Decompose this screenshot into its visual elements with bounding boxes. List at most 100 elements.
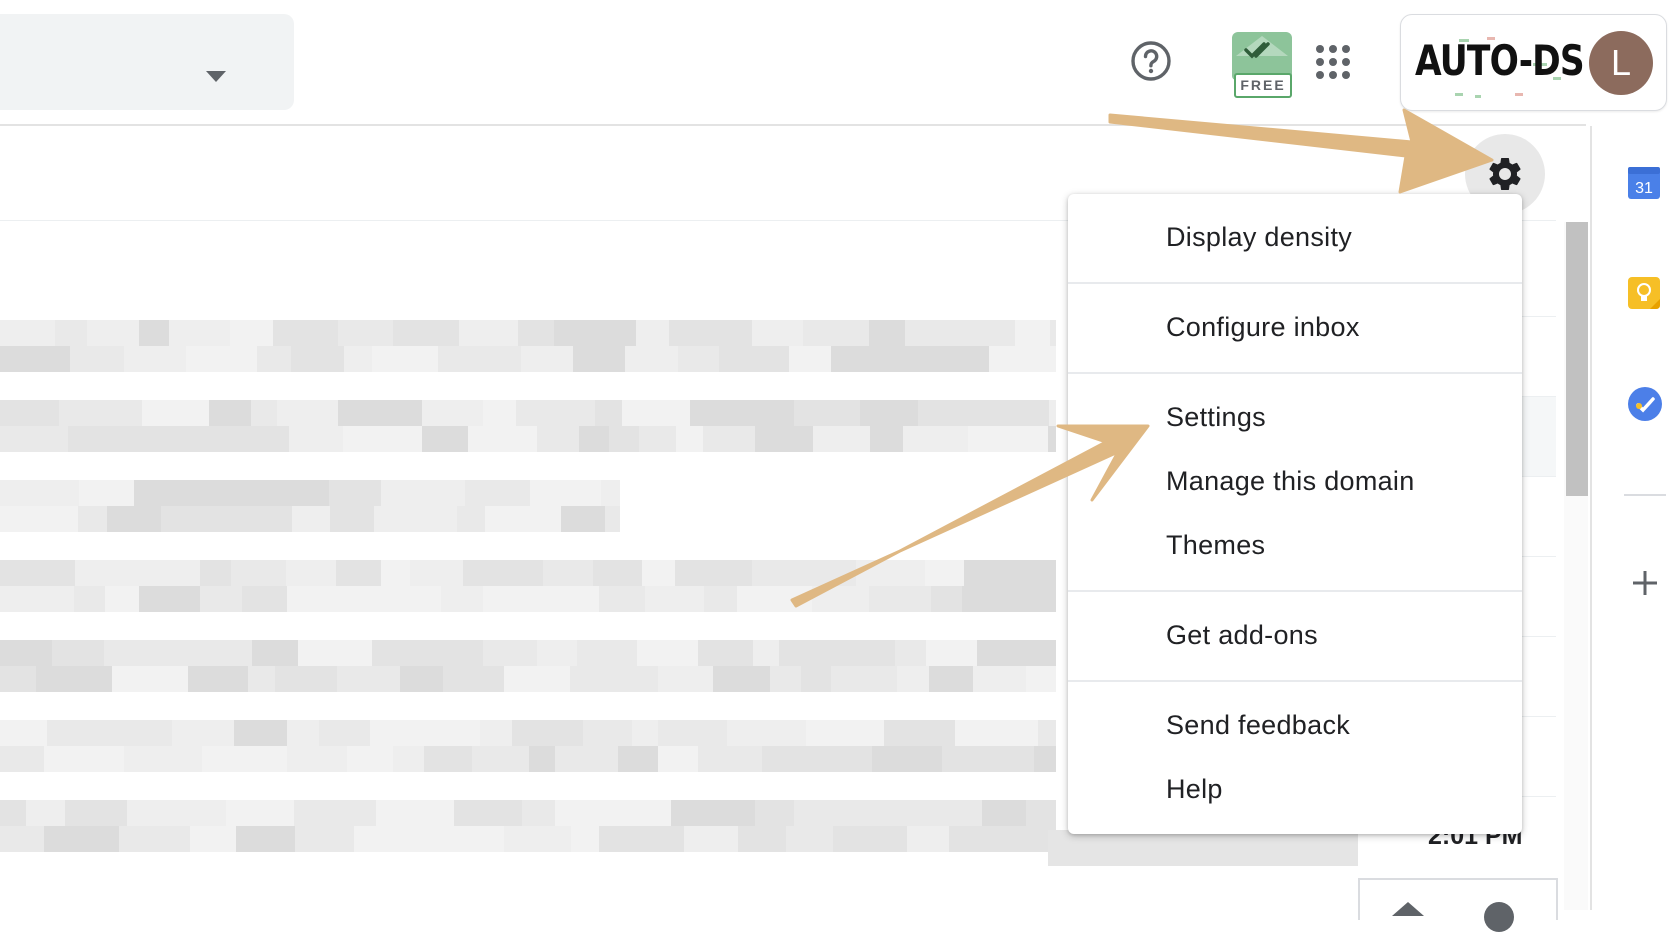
blur-block [454, 800, 522, 826]
blur-block [605, 506, 620, 532]
blur-block [737, 586, 812, 612]
archive-icon[interactable] [1392, 902, 1424, 916]
blurred-message-row[interactable] [0, 640, 1056, 696]
plus-icon[interactable] [1630, 568, 1660, 598]
blur-block [354, 826, 428, 852]
menu-item-configure-inbox[interactable]: Configure inbox [1166, 312, 1360, 343]
settings-menu: Display density Configure inbox Settings… [1068, 194, 1522, 834]
avatar[interactable]: L [1589, 31, 1653, 95]
blur-block [577, 640, 637, 666]
blur-block [752, 560, 810, 586]
blur-block [287, 746, 347, 772]
blur-block [873, 826, 907, 852]
blur-block [755, 800, 794, 826]
blur-block [337, 666, 400, 692]
blur-block [789, 346, 831, 372]
tasks-check-icon[interactable] [1627, 386, 1663, 422]
blur-block [571, 826, 599, 852]
blur-block [119, 826, 190, 852]
blur-block [629, 666, 658, 692]
blur-block [579, 426, 609, 452]
blurred-message-row[interactable] [0, 400, 1056, 456]
blur-block [230, 320, 273, 346]
search-bar[interactable] [0, 14, 294, 110]
blur-block [329, 480, 381, 506]
blur-block [168, 800, 199, 826]
blur-block [141, 426, 176, 452]
blur-block [369, 426, 422, 452]
blur-block [52, 640, 104, 666]
menu-divider [1068, 680, 1522, 682]
scrollbar-thumb[interactable] [1566, 222, 1588, 496]
blur-block [555, 746, 618, 772]
blur-block [895, 640, 926, 666]
blur-block [483, 640, 537, 666]
blur-block [762, 746, 838, 772]
blur-block [483, 586, 516, 612]
blurred-message-row[interactable] [0, 720, 1056, 776]
blur-block [142, 400, 209, 426]
blur-block [298, 640, 372, 666]
blur-block [813, 426, 870, 452]
blur-block [925, 560, 964, 586]
blurred-message-row[interactable] [0, 560, 1056, 616]
blur-block [599, 826, 684, 852]
blur-block [884, 720, 955, 746]
blur-block [338, 400, 369, 426]
apps-grid-icon[interactable] [1315, 44, 1351, 80]
calendar-icon[interactable]: 31 [1627, 164, 1661, 200]
keep-lightbulb-icon[interactable] [1627, 276, 1661, 310]
blur-block [994, 400, 1049, 426]
blur-block [226, 800, 294, 826]
blur-block [112, 666, 188, 692]
menu-item-display-density[interactable]: Display density [1166, 222, 1352, 253]
blur-block [124, 746, 202, 772]
blur-block [78, 506, 107, 532]
more-icon[interactable] [1484, 902, 1514, 932]
blur-block [0, 640, 52, 666]
account-switcher[interactable]: AUTO-DS L [1400, 14, 1667, 111]
blur-block [336, 560, 381, 586]
menu-item-get-addons[interactable]: Get add-ons [1166, 620, 1318, 651]
blur-block [257, 346, 291, 372]
blur-block [183, 640, 223, 666]
blur-block [480, 720, 512, 746]
blur-block [658, 746, 698, 772]
blur-block [831, 346, 908, 372]
blur-block [698, 746, 762, 772]
blur-block [658, 666, 713, 692]
blurred-message-row[interactable] [0, 320, 1056, 376]
blur-block [755, 400, 794, 426]
blur-block [933, 800, 982, 826]
blur-block [642, 560, 675, 586]
blur-block [370, 720, 442, 746]
blur-block [223, 640, 252, 666]
blur-block [70, 346, 124, 372]
blurred-message-row[interactable] [0, 800, 1056, 856]
menu-divider [1068, 282, 1522, 284]
blur-block [343, 426, 369, 452]
help-circle-icon[interactable] [1130, 40, 1172, 82]
blur-block [0, 400, 59, 426]
blur-block [277, 400, 338, 426]
caret-down-icon[interactable] [206, 71, 226, 82]
menu-item-help[interactable]: Help [1166, 774, 1223, 805]
blur-block [957, 320, 1015, 346]
blur-block [636, 320, 669, 346]
mailtrack-addon-button[interactable]: FREE [1228, 28, 1296, 98]
blurred-message-row[interactable] [0, 480, 1056, 536]
blur-block [127, 800, 168, 826]
blur-block [465, 480, 530, 506]
blur-block [989, 346, 1056, 372]
menu-item-themes[interactable]: Themes [1166, 530, 1265, 561]
blur-block [376, 800, 454, 826]
menu-item-send-feedback[interactable]: Send feedback [1166, 710, 1350, 741]
blur-block [65, 800, 127, 826]
blur-block [504, 826, 571, 852]
menu-item-manage-domain[interactable]: Manage this domain [1166, 466, 1415, 497]
blur-block [44, 746, 124, 772]
blur-block [690, 400, 755, 426]
blur-block [472, 746, 529, 772]
menu-item-settings[interactable]: Settings [1166, 402, 1266, 433]
blur-block [319, 720, 370, 746]
